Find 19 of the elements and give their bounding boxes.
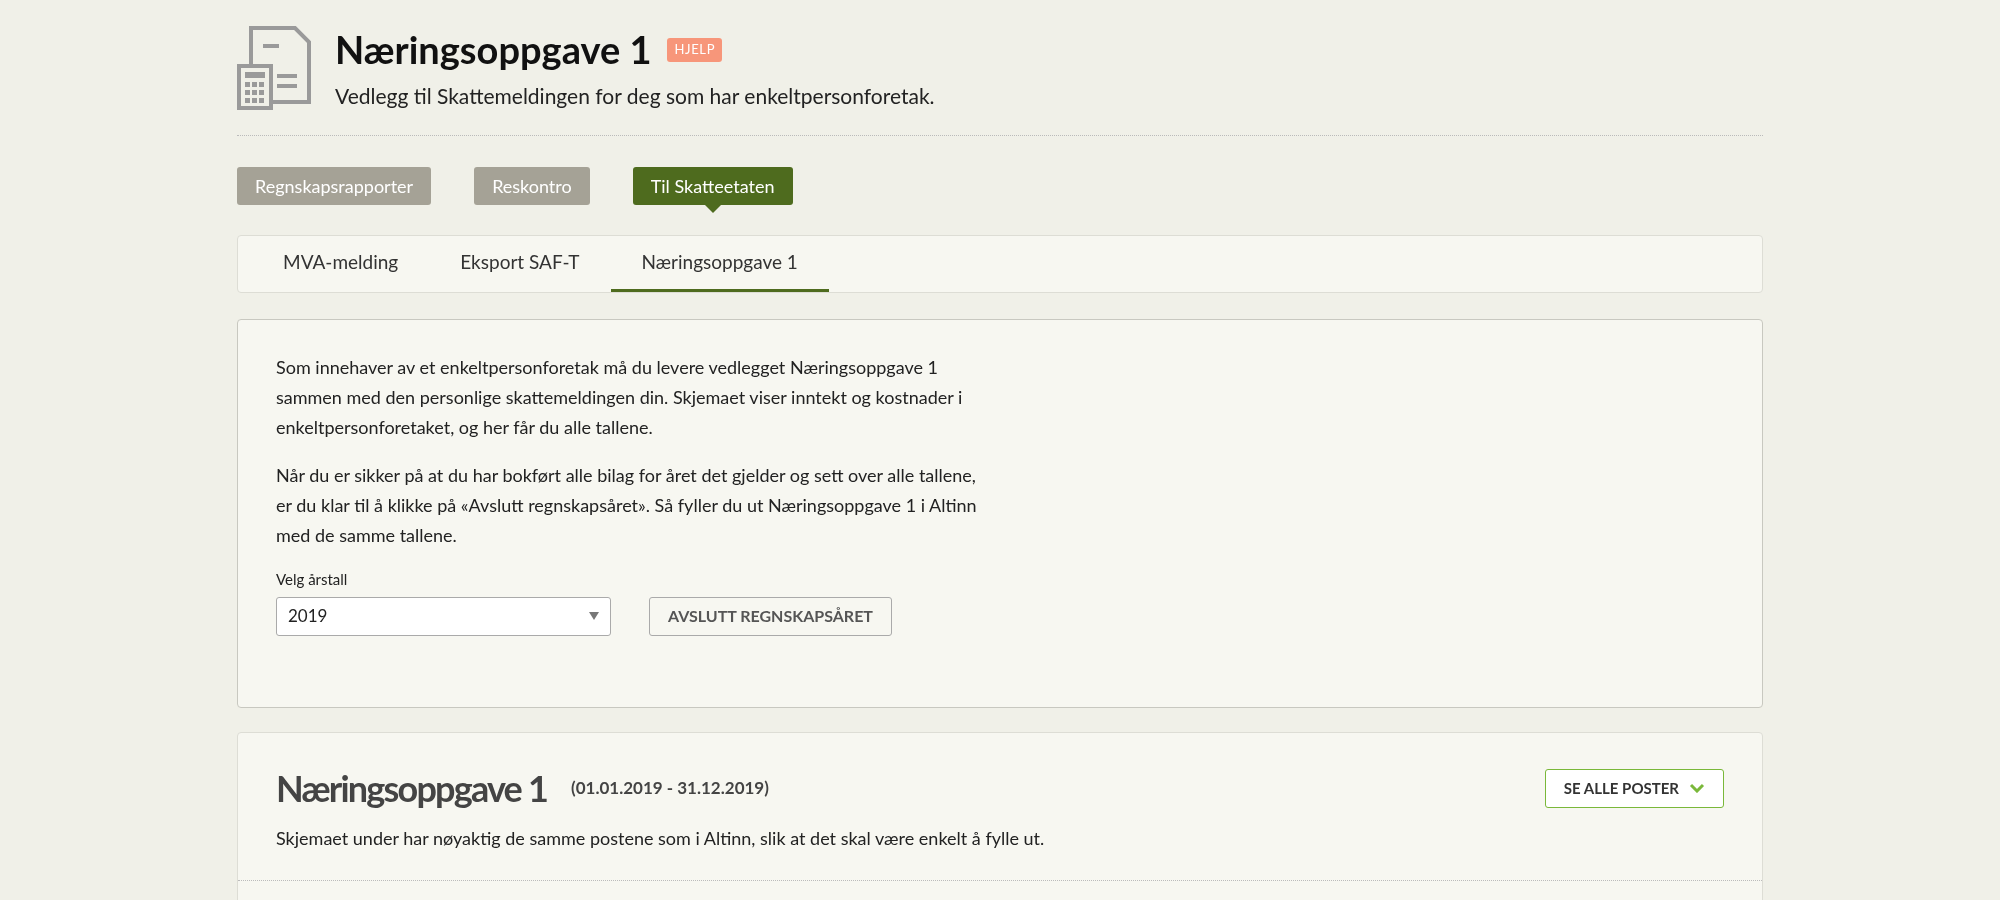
form-description: Skjemaet under har nøyaktig de samme postene som i Altinn, slik at det skal være enkelt å fylle ut. <box>276 826 1046 851</box>
tab[interactable]: MVA-melding <box>252 236 430 292</box>
chevron-down-icon <box>1689 783 1705 793</box>
page-title: Næringsoppgave 1 <box>335 26 652 74</box>
show-all-button[interactable]: SE ALLE POSTER <box>1544 768 1724 808</box>
tab[interactable]: Eksport SAF-T <box>429 236 611 292</box>
period-text: (01.01.2019 - 31.12.2019) <box>571 776 769 801</box>
nav-button[interactable]: Til Skatteetaten <box>632 167 793 205</box>
page-subtitle: Vedlegg til Skattemeldingen for deg som har enkeltpersonforetak. <box>335 81 935 110</box>
info-paragraph: Som innehaver av et enkeltpersonforetak må du levere vedlegget Næringsoppgave 1 sammen med den personlige skattemeldingen din. Skjemaet viser inntekt og kostnader i enkeltpersonforetaket, og her får du alle tallene. <box>276 355 964 440</box>
form-title: Næringsoppgave 1 <box>276 765 548 812</box>
document-calculator-icon <box>237 26 313 110</box>
close-year-button[interactable]: AVSLUTT REGNSKAPSÅRET <box>649 596 892 636</box>
pointer-arrow-icon <box>704 205 721 213</box>
dropdown-arrow-icon <box>589 612 599 620</box>
info-paragraph: Når du er sikker på at du har bokført alle bilag for året det gjelder og sett over alle tallene, er du klar til å klikke på «Avslutt regnskapsåret». Så fyller du ut Næringsoppgave 1 i Altinn med de samme tallene. <box>276 463 978 548</box>
year-label: Velg årstall <box>276 569 348 590</box>
year-select[interactable]: 2019 <box>276 596 611 636</box>
tab[interactable]: Næringsoppgave 1 <box>610 236 829 292</box>
